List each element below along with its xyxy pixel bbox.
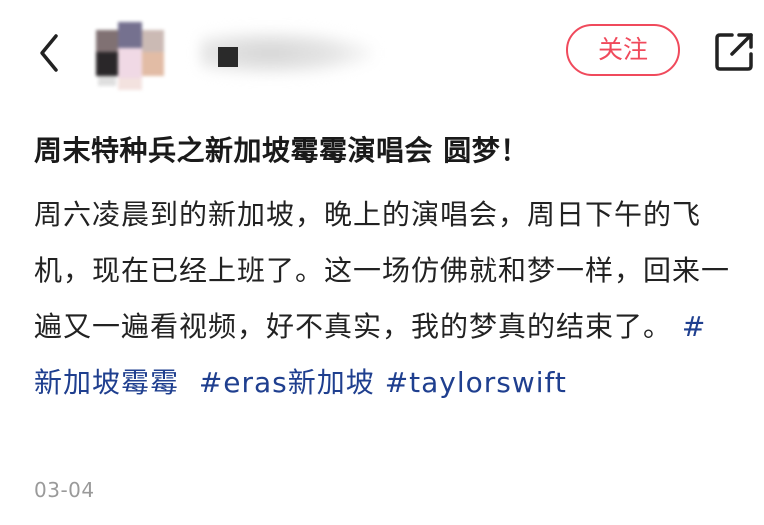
post-body-text: 周六凌晨到的新加坡，晚上的演唱会，周日下午的飞机，现在已经上班了。这一场仿佛就和… <box>34 198 731 343</box>
share-button[interactable] <box>712 30 756 74</box>
post-content: 周六凌晨到的新加坡，晚上的演唱会，周日下午的飞机，现在已经上班了。这一场仿佛就和… <box>34 187 734 411</box>
follow-button[interactable]: 关注 <box>566 24 680 76</box>
hashtag-link[interactable]: #eras新加坡 <box>199 366 375 399</box>
back-button[interactable] <box>34 28 68 78</box>
share-external-icon <box>715 33 753 71</box>
top-bar: 关注 <box>0 0 764 105</box>
chevron-left-icon <box>40 34 58 72</box>
post-title: 周末特种兵之新加坡霉霉演唱会 圆梦！ <box>34 134 529 167</box>
hashtag-link[interactable]: #taylorswift <box>385 366 567 399</box>
post-date: 03-04 <box>34 478 95 502</box>
author-name-mark <box>218 47 238 67</box>
author-avatar[interactable] <box>86 12 186 92</box>
